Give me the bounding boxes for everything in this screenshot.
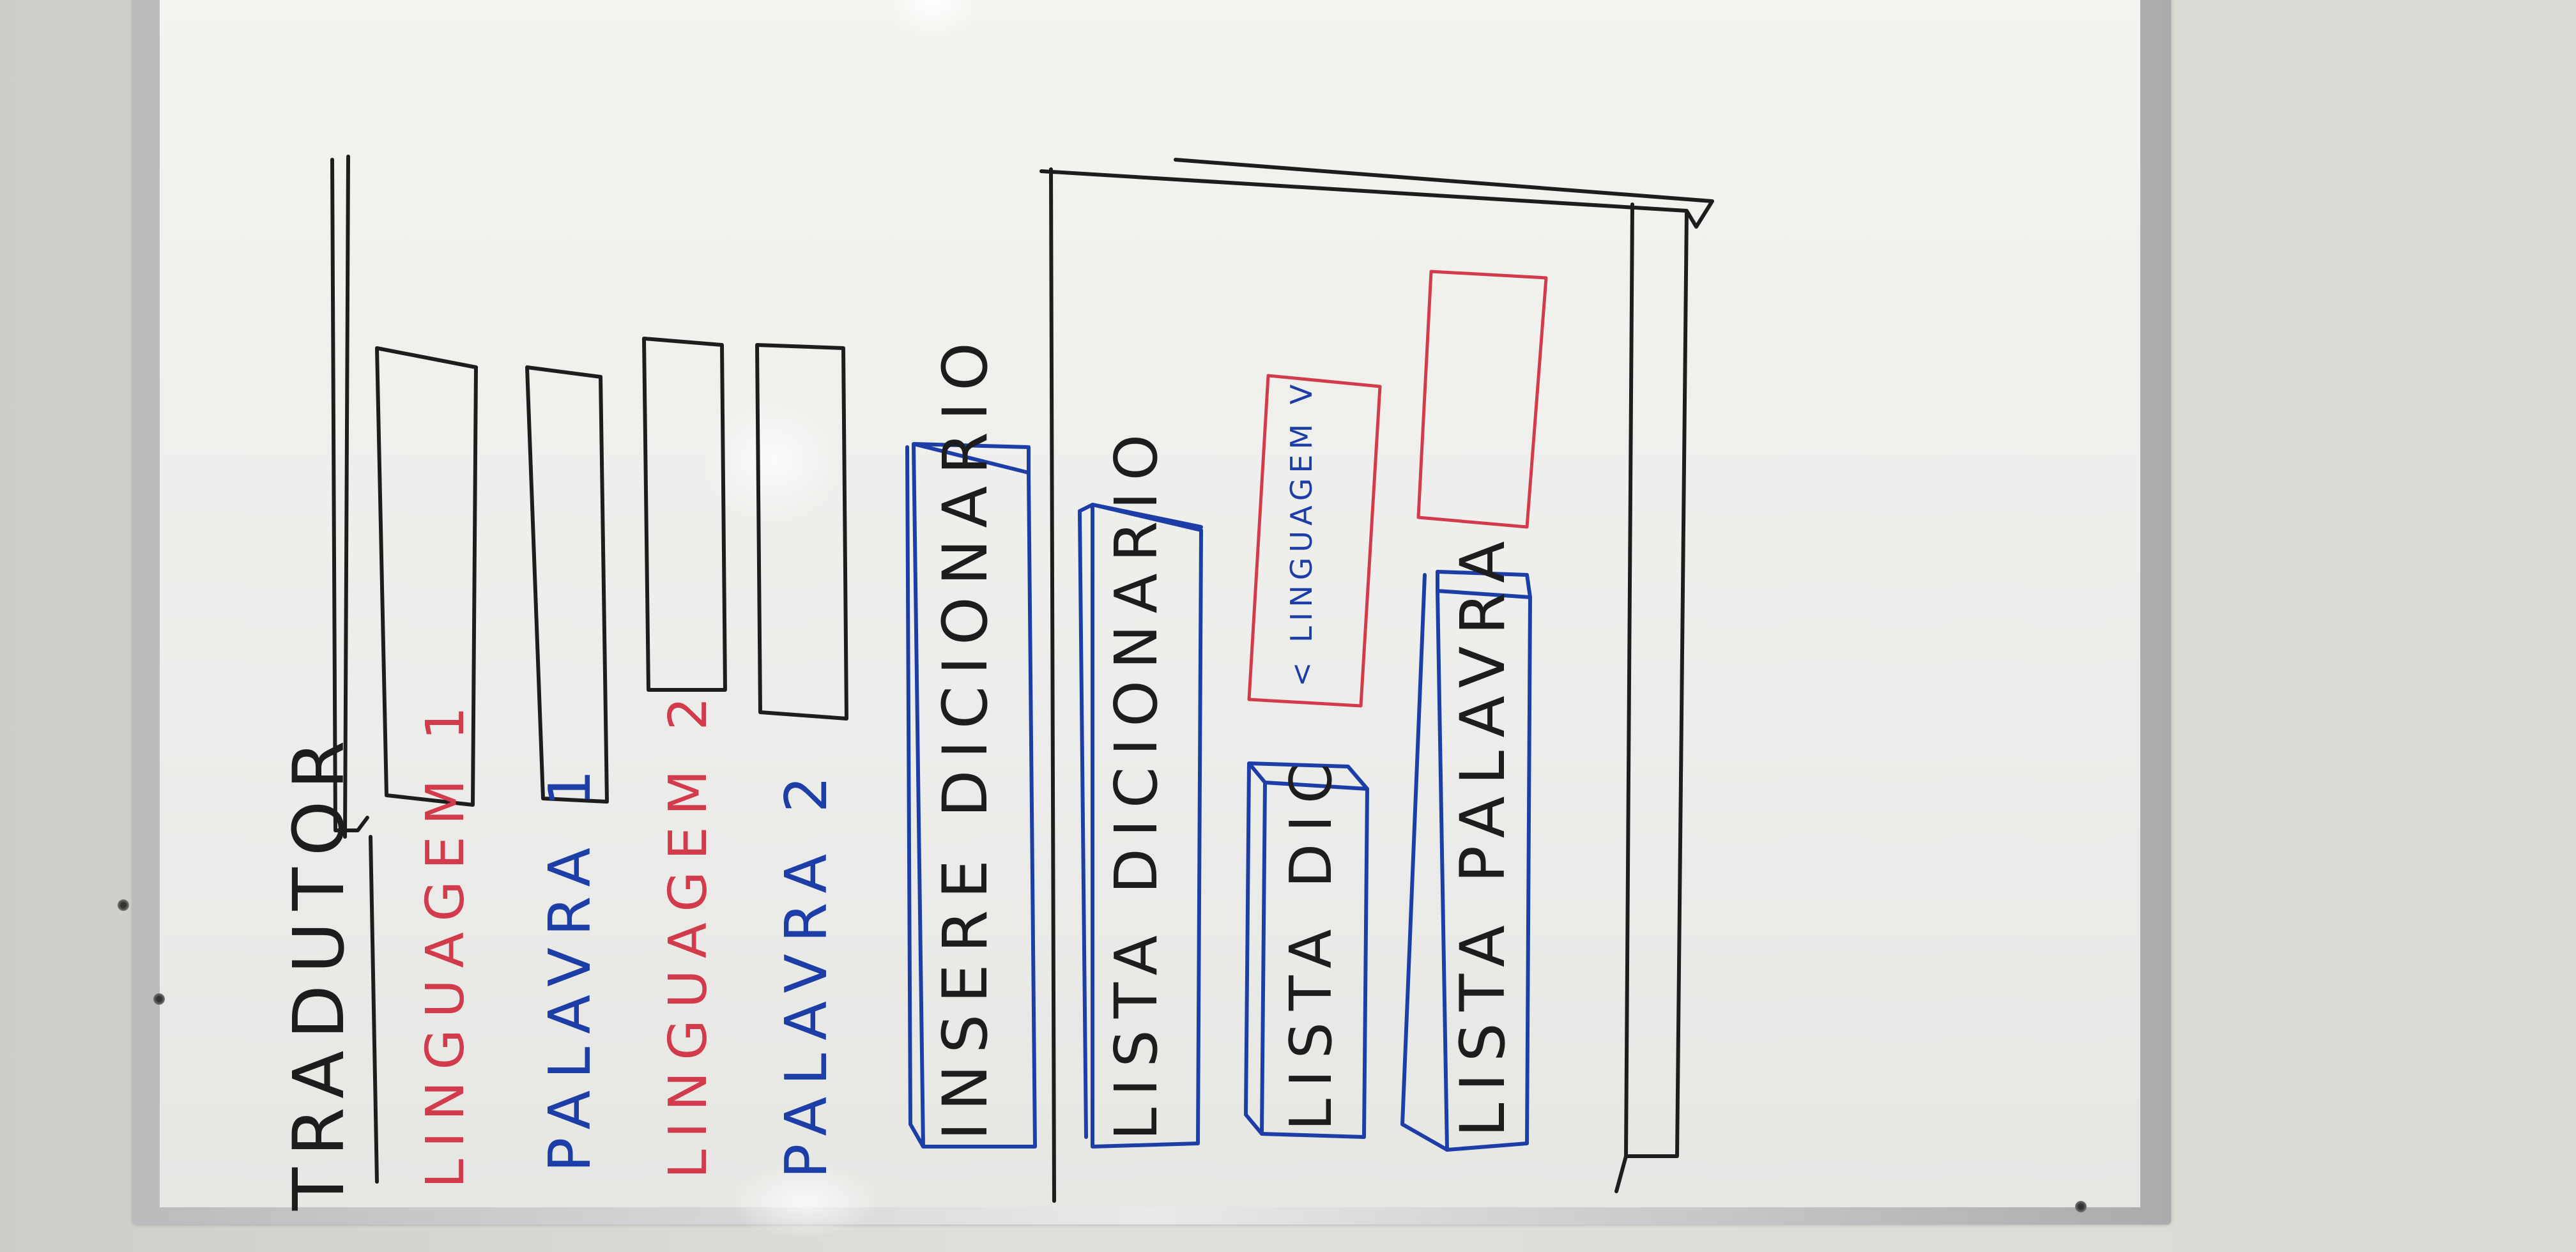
lang2-label: LINGUAGEM 2 bbox=[658, 685, 719, 1179]
field-word1 bbox=[525, 365, 609, 804]
title-label: TRADUTOR bbox=[278, 729, 360, 1210]
list-word-label[interactable]: LISTA PALAVRA bbox=[1447, 530, 1519, 1137]
red-empty-box bbox=[1416, 270, 1548, 529]
list-dic-label[interactable]: LISTA DIC bbox=[1278, 752, 1345, 1131]
lang1-label: LINGUAGEM 1 bbox=[415, 695, 476, 1188]
list-dict-label[interactable]: LISTA DICIONARIO bbox=[1102, 423, 1170, 1140]
insert-dict-label[interactable]: INSERE DICIONARIO bbox=[930, 331, 1001, 1140]
word1-label: PALAVRA 1 bbox=[537, 758, 604, 1172]
lang-combo-label[interactable]: < LINGUAGEM V bbox=[1284, 379, 1319, 687]
title-underline bbox=[369, 835, 379, 1184]
field-lang2 bbox=[642, 337, 727, 692]
word2-label: PALAVRA 2 bbox=[773, 765, 840, 1179]
field-word2 bbox=[755, 343, 848, 721]
